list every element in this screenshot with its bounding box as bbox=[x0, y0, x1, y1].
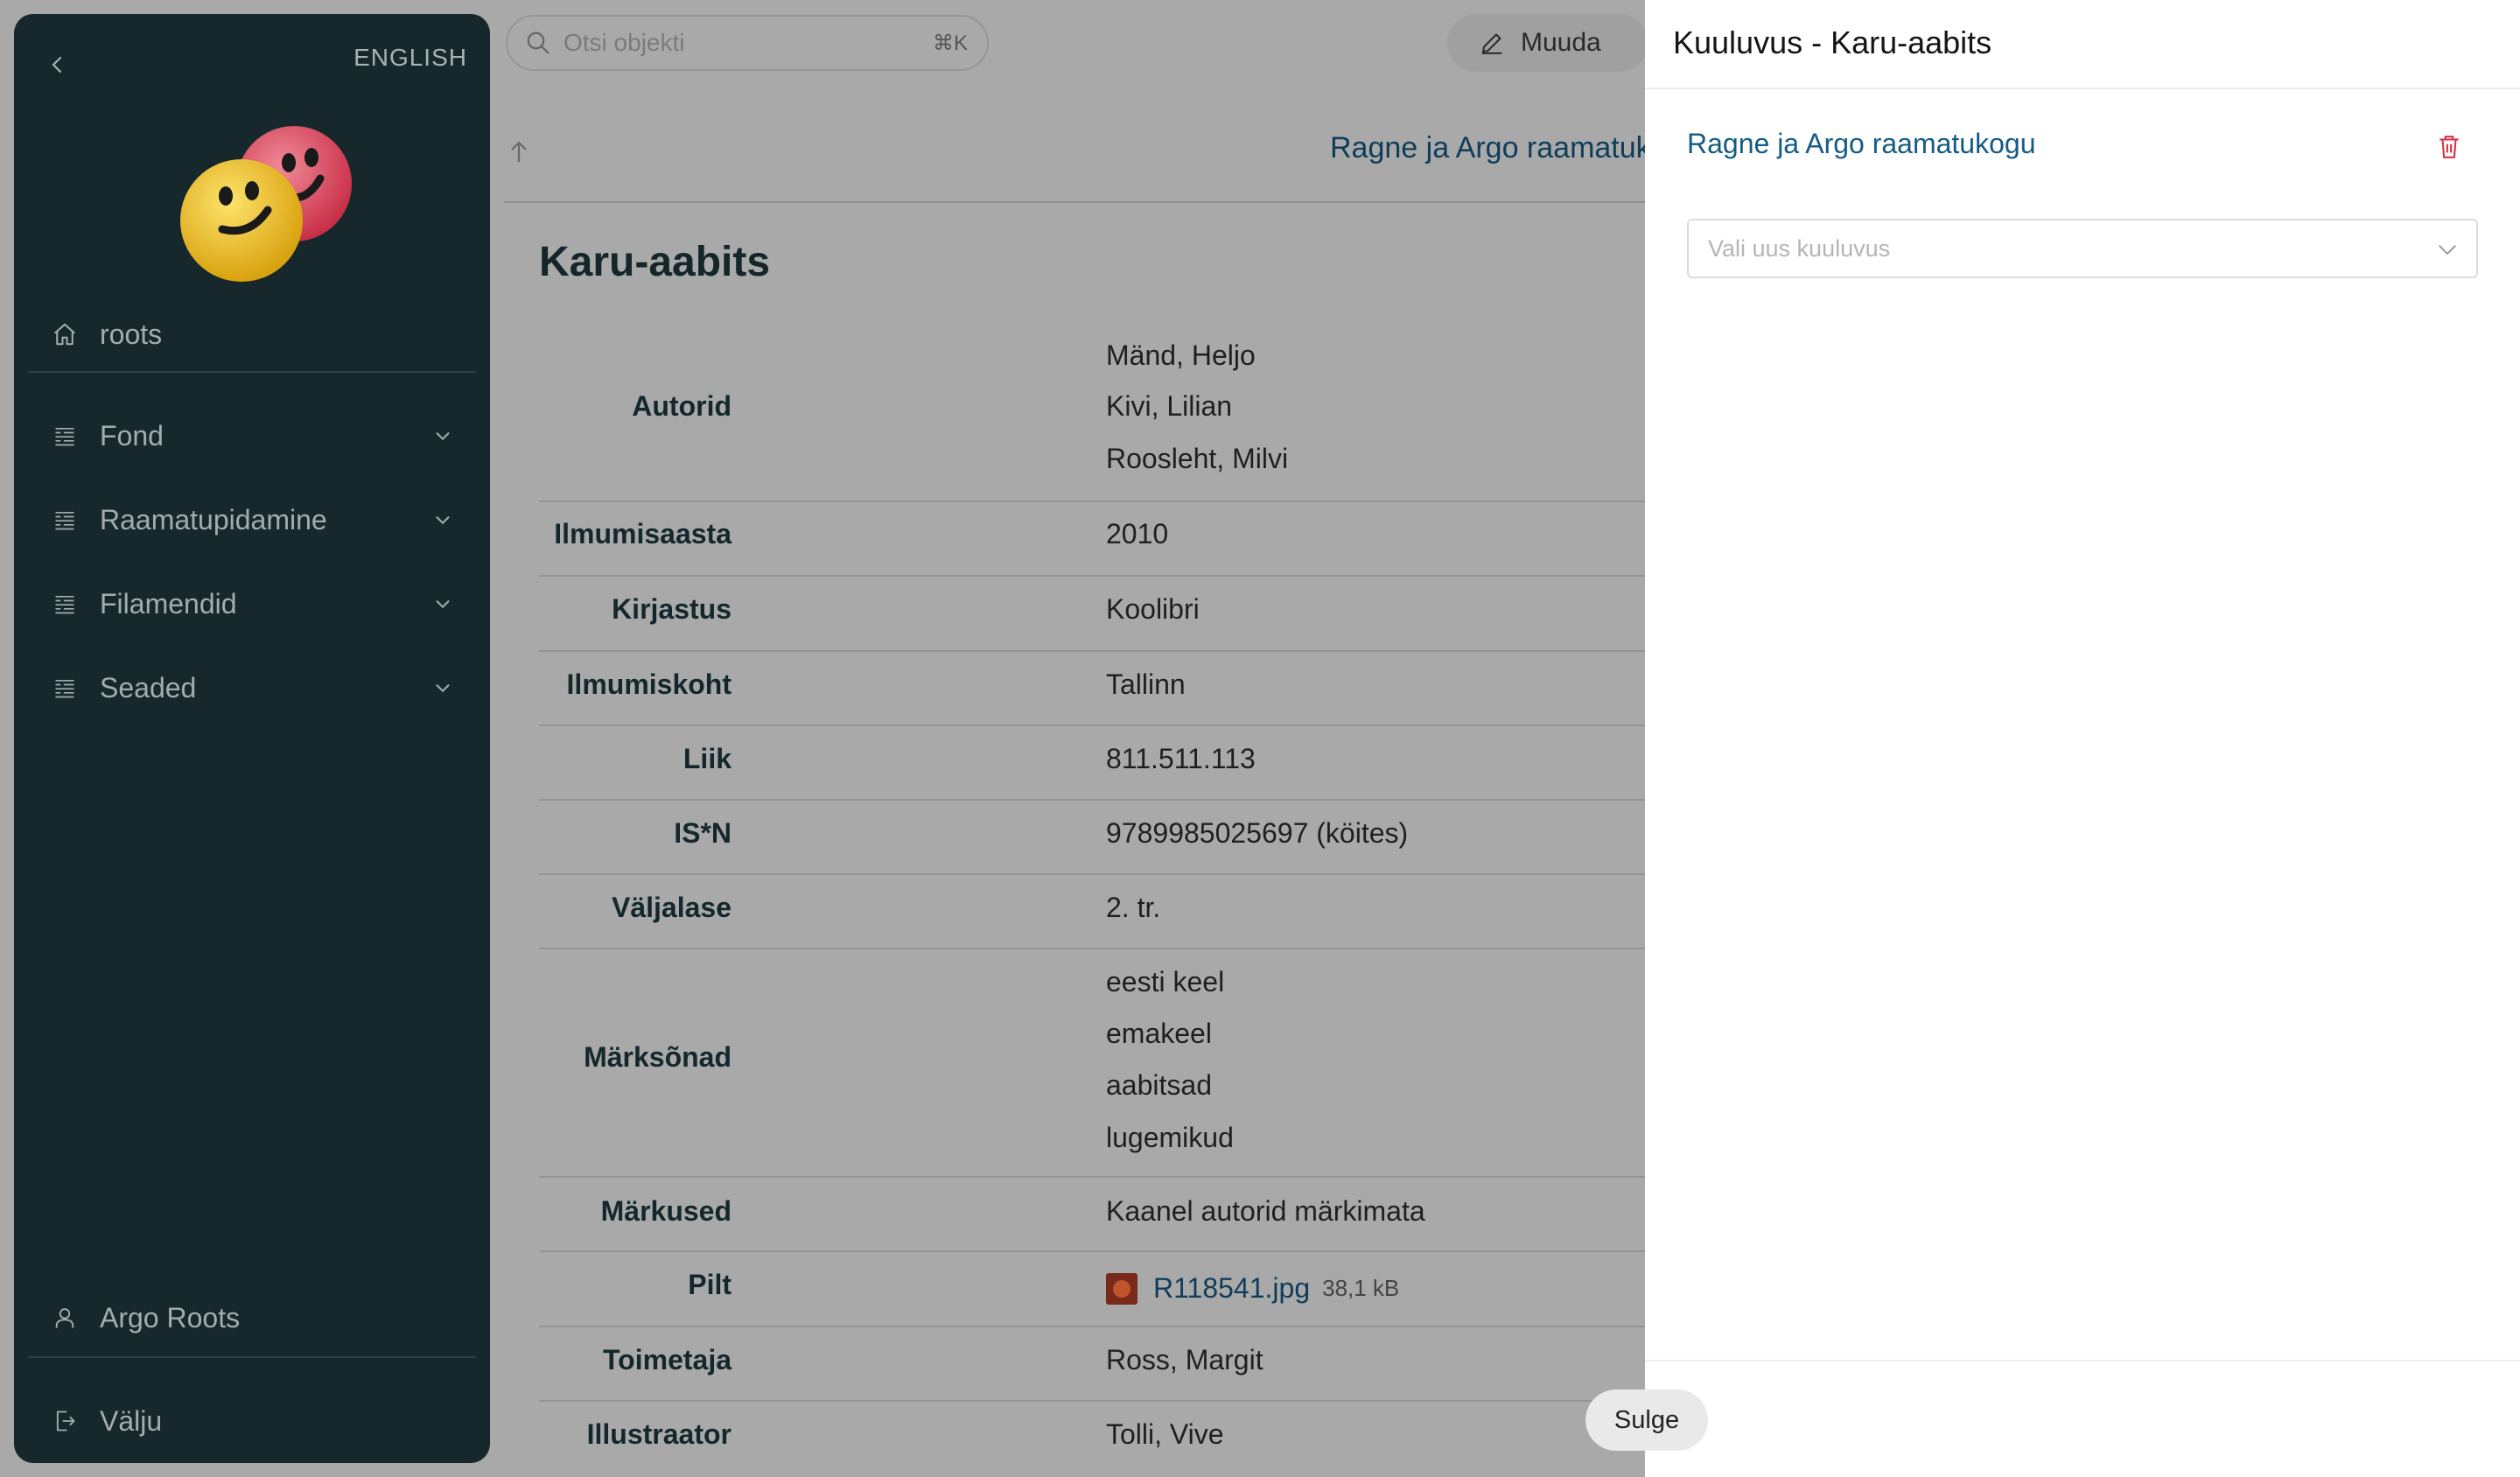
file-size: 38,1 kB bbox=[1322, 1275, 1400, 1302]
chevron-down-icon[interactable] bbox=[429, 422, 457, 450]
row-divider bbox=[539, 948, 1645, 949]
field-value: 811.511.113 bbox=[1106, 743, 1256, 774]
field-label: Ilmumisaasta bbox=[554, 518, 732, 550]
page-title: Karu-aabits bbox=[539, 239, 771, 285]
image-attachment: R118541.jpg 38,1 kB bbox=[1106, 1270, 1399, 1305]
chevron-down-icon[interactable] bbox=[429, 674, 457, 702]
row-divider bbox=[539, 799, 1645, 801]
sidebar-item-fond[interactable]: Fond bbox=[49, 410, 467, 462]
sidebar-item-raamatupidamine[interactable]: Raamatupidamine bbox=[49, 494, 467, 546]
list-icon bbox=[49, 504, 80, 536]
trash-icon[interactable] bbox=[2434, 131, 2464, 163]
logout-button[interactable]: Välju bbox=[49, 1395, 467, 1447]
file-link[interactable]: R118541.jpg bbox=[1153, 1272, 1310, 1304]
logout-label: Välju bbox=[100, 1404, 163, 1437]
row-divider bbox=[539, 1250, 1645, 1252]
divider bbox=[1645, 88, 2520, 89]
field-label: Märksõnad bbox=[584, 1041, 732, 1073]
sidebar-item-label: roots bbox=[100, 318, 163, 350]
field-label: Illustraator bbox=[586, 1418, 732, 1450]
sidebar-item-label: Fond bbox=[100, 419, 164, 452]
logout-icon bbox=[49, 1405, 80, 1437]
chevron-down-icon bbox=[2434, 236, 2460, 262]
chevron-down-icon[interactable] bbox=[429, 506, 457, 534]
back-icon[interactable] bbox=[40, 47, 75, 82]
field-value[interactable]: Ross, Margit bbox=[1106, 1344, 1264, 1376]
select-placeholder: Vali uus kuuluvus bbox=[1708, 234, 1891, 262]
divider bbox=[1645, 1360, 2520, 1362]
list-icon bbox=[49, 672, 80, 704]
field-value: Koolibri bbox=[1106, 593, 1200, 625]
sidebar-item-roots[interactable]: roots bbox=[49, 308, 467, 360]
row-divider bbox=[539, 1400, 1645, 1402]
keyword-link[interactable]: lugemikud bbox=[1106, 1122, 1234, 1154]
field-label: IS*N bbox=[674, 817, 732, 849]
row-divider bbox=[539, 500, 1645, 502]
author-link[interactable]: Kivi, Lilian bbox=[1106, 390, 1232, 423]
edit-button[interactable]: Muuda bbox=[1447, 14, 1648, 72]
search-input[interactable]: Otsi objekti ⌘K bbox=[506, 15, 989, 71]
list-icon bbox=[49, 588, 80, 620]
user-icon bbox=[49, 1302, 80, 1334]
sidebar-user[interactable]: Argo Roots bbox=[49, 1292, 467, 1344]
language-switch[interactable]: ENGLISH bbox=[354, 44, 467, 72]
row-divider bbox=[539, 724, 1645, 726]
edit-label: Muuda bbox=[1521, 28, 1601, 57]
search-icon bbox=[525, 28, 555, 58]
field-value: 2. tr. bbox=[1106, 892, 1161, 923]
drawer-title: Kuuluvus - Karu-aabits bbox=[1673, 24, 1992, 60]
ownership-drawer: Kuuluvus - Karu-aabits Ragne ja Argo raa… bbox=[1645, 0, 2520, 1477]
close-button[interactable]: Sulge bbox=[1586, 1390, 1708, 1451]
field-label: Autorid bbox=[632, 390, 732, 422]
sidebar-item-label: Seaded bbox=[100, 671, 197, 704]
field-label: Kirjastus bbox=[612, 593, 732, 625]
field-value: Kaanel autorid märkimata bbox=[1106, 1195, 1425, 1227]
sidebar-item-label: Filamendid bbox=[100, 587, 237, 620]
field-label: Märkused bbox=[600, 1195, 732, 1227]
row-divider bbox=[539, 575, 1645, 577]
arrow-up-icon[interactable] bbox=[506, 138, 532, 164]
field-label: Toimetaja bbox=[603, 1344, 732, 1376]
row-divider bbox=[539, 873, 1645, 875]
divider bbox=[28, 371, 476, 373]
field-label: Ilmumiskoht bbox=[566, 668, 732, 700]
app-logo bbox=[164, 108, 357, 284]
field-value: 9789985025697 (köites) bbox=[1106, 817, 1409, 849]
pencil-icon bbox=[1479, 29, 1507, 57]
row-divider bbox=[539, 650, 1645, 652]
row-divider bbox=[539, 1326, 1645, 1327]
divider bbox=[504, 201, 1645, 203]
keyword-link[interactable]: eesti keel bbox=[1106, 966, 1224, 998]
field-value[interactable]: Tolli, Vive bbox=[1106, 1418, 1224, 1451]
sidebar-item-filamendid[interactable]: Filamendid bbox=[49, 578, 467, 630]
breadcrumb-collection-link[interactable]: Ragne ja Argo raamatuko bbox=[1330, 131, 1668, 165]
home-icon bbox=[49, 318, 80, 350]
sidebar: ENGLISH roots Fond Raamatupidamine Filam… bbox=[14, 14, 490, 1463]
image-thumbnail[interactable] bbox=[1106, 1272, 1138, 1305]
field-row-marksonad: Märksõnad eesti keel emakeel aabitsad lu… bbox=[539, 966, 1645, 1176]
field-value: Tallinn bbox=[1106, 668, 1186, 700]
sidebar-item-seaded[interactable]: Seaded bbox=[49, 662, 467, 714]
search-shortcut: ⌘K bbox=[932, 32, 968, 55]
author-link[interactable]: Roosleht, Milvi bbox=[1106, 443, 1288, 475]
field-label: Liik bbox=[682, 743, 732, 774]
keyword-link[interactable]: emakeel bbox=[1106, 1018, 1212, 1050]
user-name: Argo Roots bbox=[100, 1301, 241, 1334]
ownership-select[interactable]: Vali uus kuuluvus bbox=[1687, 219, 2478, 278]
row-divider bbox=[539, 1176, 1645, 1178]
list-icon bbox=[49, 420, 80, 452]
field-label: Pilt bbox=[688, 1269, 732, 1300]
sidebar-item-label: Raamatupidamine bbox=[100, 503, 327, 536]
keyword-link[interactable]: aabitsad bbox=[1106, 1069, 1212, 1102]
chevron-down-icon[interactable] bbox=[429, 590, 457, 618]
field-label: Väljalase bbox=[612, 892, 732, 923]
author-link[interactable]: Mänd, Heljo bbox=[1106, 340, 1256, 372]
divider bbox=[28, 1356, 476, 1358]
ownership-collection-link[interactable]: Ragne ja Argo raamatukogu bbox=[1687, 128, 2035, 160]
field-row-autorid: Autorid Mänd, Heljo Kivi, Lilian Roosleh… bbox=[539, 340, 1645, 500]
field-value: 2010 bbox=[1106, 518, 1169, 550]
search-placeholder: Otsi objekti bbox=[564, 29, 685, 56]
